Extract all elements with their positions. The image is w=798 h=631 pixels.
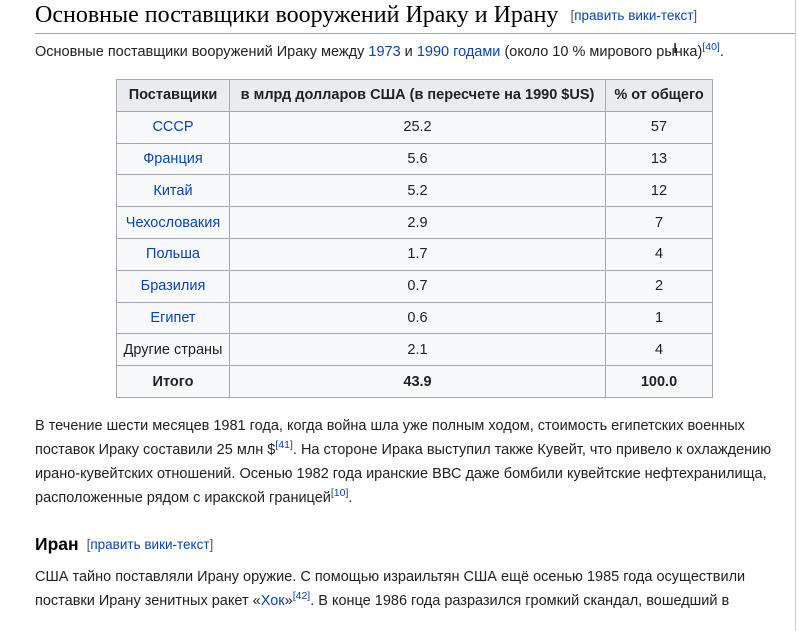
table-row: Польша 1.7 4 (116, 237, 713, 271)
amount-cell: 0.6 (229, 301, 606, 335)
supplier-link-france[interactable]: Франция (143, 151, 202, 167)
total-percent-cell: 100.0 (605, 365, 713, 398)
para1-text-c: . (348, 490, 353, 506)
subsection-title: Иран (35, 534, 79, 554)
ref-42-link[interactable]: [42] (293, 590, 311, 602)
section-edit-link[interactable]: править вики-текст (574, 8, 693, 23)
subsection-edit-wrapper: [править вики-текст] (86, 537, 214, 552)
percent-cell: 7 (605, 206, 713, 239)
amount-cell: 2.1 (229, 333, 606, 367)
supplier-link-czechoslovakia[interactable]: Чехословакия (126, 215, 220, 231)
amount-cell: 0.7 (229, 269, 606, 303)
amount-cell: 1.7 (229, 237, 606, 271)
header-amount: в млрд долларов США (в пересчете на 1990… (229, 79, 606, 112)
table-row: СССР 25.2 57 (116, 110, 713, 144)
amount-cell: 25.2 (229, 110, 606, 144)
section-edit-wrapper: [править вики-текст] (570, 8, 698, 23)
text-cursor-icon: I (673, 40, 678, 57)
percent-cell: 4 (605, 333, 713, 367)
table-row: Бразилия 0.7 2 (116, 269, 713, 303)
supplier-link-ussr[interactable]: СССР (152, 119, 193, 135)
para2-text-c: . В конце 1986 года разразился громкий с… (310, 593, 730, 609)
subsection-edit-link[interactable]: править вики-текст (90, 537, 209, 552)
total-label-cell: Итого (116, 365, 230, 398)
amount-cell: 2.9 (229, 206, 606, 239)
section-heading: Основные поставщики вооружений Ираку и И… (35, 0, 795, 34)
suppliers-table: Поставщики в млрд долларов США (в пересч… (116, 79, 713, 398)
subsection-heading-iran: Иран [править вики-текст] (35, 531, 213, 558)
intro-text-end: . (719, 44, 724, 60)
supplier-link-egypt[interactable]: Египет (150, 310, 195, 326)
para2-text-b: » (284, 593, 293, 609)
total-amount-cell: 43.9 (229, 365, 606, 398)
amount-cell: 5.2 (229, 174, 606, 208)
percent-cell: 1 (605, 301, 713, 335)
supplier-cell: СССР (116, 110, 230, 144)
hawk-link[interactable]: Хок (261, 593, 285, 609)
paragraph-iran: США тайно поставляли Ирану оружие. С пом… (35, 565, 795, 613)
table-row: Египет 0.6 1 (116, 301, 713, 335)
ref-40-link[interactable]: [40] (702, 41, 720, 53)
supplier-link-poland[interactable]: Польша (146, 246, 200, 262)
supplier-link-china[interactable]: Китай (153, 183, 192, 199)
table-row: Франция 5.6 13 (116, 142, 713, 176)
table-header-row: Поставщики в млрд долларов США (в пересч… (116, 79, 713, 112)
supplier-cell-other: Другие страны (116, 333, 230, 367)
year-1973-link[interactable]: 1973 (368, 44, 400, 60)
supplier-cell: Бразилия (116, 269, 230, 303)
supplier-cell: Китай (116, 174, 230, 208)
table-row: Китай 5.2 12 (116, 174, 713, 208)
supplier-cell: Чехословакия (116, 206, 230, 239)
percent-cell: 57 (605, 110, 713, 144)
paragraph-egypt-kuwait: В течение шести месяцев 1981 года, когда… (35, 414, 795, 510)
table-total-row: Итого 43.9 100.0 (116, 365, 713, 398)
table-row: Другие страны 2.1 4 (116, 333, 713, 367)
header-suppliers: Поставщики (116, 79, 230, 112)
percent-cell: 2 (605, 269, 713, 303)
supplier-cell: Франция (116, 142, 230, 176)
table-row: Чехословакия 2.9 7 (116, 206, 713, 239)
intro-text-before: Основные поставщики вооружений Ираку меж… (35, 44, 369, 60)
section-title: Основные поставщики вооружений Ираку и И… (35, 2, 559, 28)
year-1990-link[interactable]: 1990 годами (417, 44, 501, 60)
percent-cell: 13 (605, 142, 713, 176)
intro-paragraph: Основные поставщики вооружений Ираку меж… (35, 41, 724, 63)
percent-cell: 4 (605, 237, 713, 271)
intro-text-and: и (400, 44, 417, 60)
ref-41-link[interactable]: [41] (275, 439, 293, 451)
amount-cell: 5.6 (229, 142, 606, 176)
percent-cell: 12 (605, 174, 713, 208)
supplier-cell: Польша (116, 237, 230, 271)
supplier-link-brazil[interactable]: Бразилия (141, 278, 206, 294)
header-percent: % от общего (605, 79, 713, 112)
ref-10-link[interactable]: [10] (331, 487, 349, 499)
supplier-cell: Египет (116, 301, 230, 335)
page-edge-divider (795, 0, 796, 631)
